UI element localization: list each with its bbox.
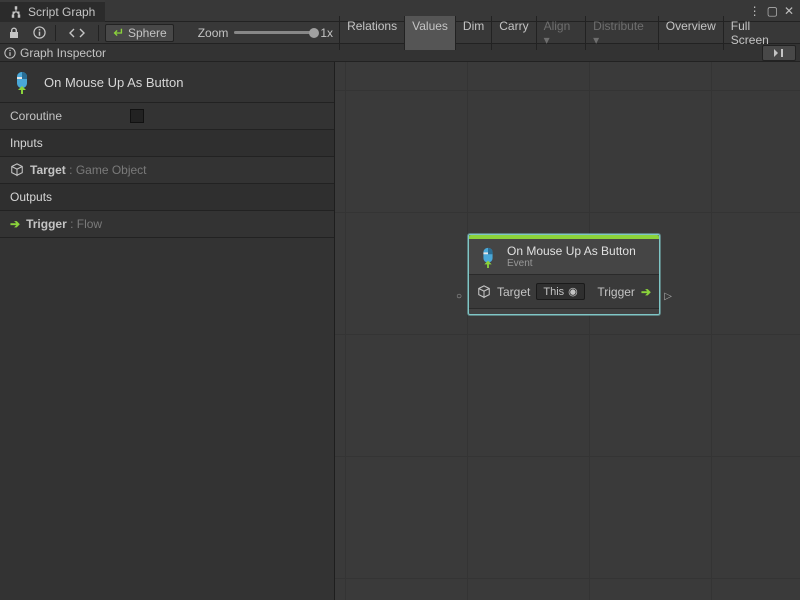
input-target-row: Target : Game Object xyxy=(0,157,334,184)
graph-canvas[interactable]: ○ ▷ On Mouse Up As Button Event Target xyxy=(335,62,800,600)
section-inputs: Inputs xyxy=(0,130,334,157)
flow-arrow-icon: ➔ xyxy=(10,217,20,231)
section-outputs: Outputs xyxy=(0,184,334,211)
lock-icon[interactable] xyxy=(4,24,24,42)
info-icon[interactable] xyxy=(30,24,50,42)
prop-coroutine-label: Coroutine xyxy=(10,109,62,123)
output-trigger-row: ➔ Trigger : Flow xyxy=(0,211,334,238)
toolbar-right: Relations Values Dim Carry Align ▾ Distr… xyxy=(339,16,796,50)
target-value-chip[interactable]: This ◉ xyxy=(536,283,584,300)
zoom-label: Zoom xyxy=(198,26,229,40)
input-target-type: Game Object xyxy=(76,163,147,177)
node-title: On Mouse Up As Button xyxy=(507,244,636,258)
target-picker-icon: ◉ xyxy=(568,285,578,298)
object-label: Sphere xyxy=(128,26,167,40)
zoom-slider[interactable] xyxy=(234,31,314,34)
zoom-control: Zoom 1x xyxy=(198,26,333,40)
inspector-collapse-button[interactable] xyxy=(762,45,796,61)
btn-relations[interactable]: Relations xyxy=(339,16,404,50)
inspector-node-title: On Mouse Up As Button xyxy=(44,75,183,90)
input-target-name: Target xyxy=(30,163,66,177)
inspector-label: Graph Inspector xyxy=(20,46,106,60)
btn-align[interactable]: Align ▾ xyxy=(536,16,586,50)
hierarchy-icon xyxy=(10,6,22,18)
inspector-panel: On Mouse Up As Button Coroutine Inputs T… xyxy=(0,62,335,600)
btn-distribute[interactable]: Distribute ▾ xyxy=(585,16,658,50)
object-selector[interactable]: Sphere xyxy=(105,24,174,42)
node-subtitle: Event xyxy=(507,258,636,269)
node-header[interactable]: On Mouse Up As Button Event xyxy=(469,239,659,275)
cube-icon xyxy=(10,163,24,177)
port-trigger-label: Trigger xyxy=(597,285,635,299)
divider xyxy=(55,25,56,41)
inspector-node-header: On Mouse Up As Button xyxy=(0,62,334,103)
mouse-up-icon xyxy=(10,70,34,94)
output-port[interactable]: ▷ xyxy=(664,291,672,302)
graph-node[interactable]: ○ ▷ On Mouse Up As Button Event Target xyxy=(468,234,660,315)
btn-overview[interactable]: Overview xyxy=(658,16,723,50)
cube-icon xyxy=(477,285,491,299)
node-body: Target This ◉ Trigger ➔ xyxy=(469,275,659,308)
toolbar: Sphere Zoom 1x Relations Values Dim Carr… xyxy=(0,22,800,44)
btn-values[interactable]: Values xyxy=(404,16,455,50)
tab-script-graph[interactable]: Script Graph xyxy=(0,0,105,22)
btn-dim[interactable]: Dim xyxy=(455,16,491,50)
info-icon xyxy=(4,47,16,59)
coroutine-checkbox[interactable] xyxy=(130,109,144,123)
zoom-value: 1x xyxy=(320,26,333,40)
prop-coroutine: Coroutine xyxy=(0,103,334,130)
mouse-up-icon xyxy=(477,246,499,268)
btn-carry[interactable]: Carry xyxy=(491,16,535,50)
divider xyxy=(98,25,99,41)
tab-label: Script Graph xyxy=(28,5,95,19)
port-target-label: Target xyxy=(497,285,530,299)
output-trigger-name: Trigger xyxy=(26,217,67,231)
return-arrow-icon xyxy=(112,27,124,39)
output-trigger-type: Flow xyxy=(77,217,102,231)
fit-icon[interactable] xyxy=(62,24,92,42)
flow-arrow-icon: ➔ xyxy=(641,285,651,299)
input-port[interactable]: ○ xyxy=(456,291,462,302)
